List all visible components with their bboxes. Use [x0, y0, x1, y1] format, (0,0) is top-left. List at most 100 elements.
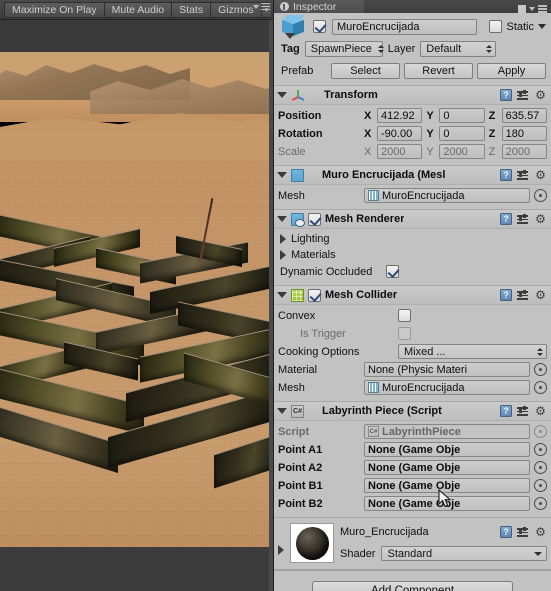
point-b2-picker-icon[interactable]	[534, 497, 547, 510]
cooking-options-dropdown[interactable]: Mixed ...	[398, 344, 547, 359]
chevron-down-icon	[534, 551, 542, 556]
labyrinth-piece-title: Labyrinth Piece (Script	[322, 405, 442, 417]
preset-icon[interactable]	[517, 526, 529, 538]
mute-audio-button[interactable]: Mute Audio	[103, 1, 172, 18]
scale-label: Scale	[278, 145, 306, 158]
preset-icon[interactable]	[517, 169, 529, 181]
point-a2-picker-icon[interactable]	[534, 461, 547, 474]
point-a2-field[interactable]: None (Game Obje	[364, 460, 530, 475]
tab-inspector[interactable]: Inspector	[274, 0, 364, 13]
point-b2-field[interactable]: None (Game Obje	[364, 496, 530, 511]
prefab-row: Prefab Select Revert Apply	[279, 61, 546, 80]
mesh-collider-enabled-checkbox[interactable]	[308, 288, 321, 302]
shader-dropdown[interactable]: Standard	[381, 546, 547, 561]
preset-icon[interactable]	[517, 405, 529, 417]
foldout-icon[interactable]	[277, 216, 287, 222]
scale-z-input[interactable]: 2000	[501, 144, 547, 159]
materials-label: Materials	[291, 249, 336, 261]
prefab-revert-button[interactable]: Revert	[404, 62, 473, 79]
gear-icon[interactable]: ⚙	[534, 288, 547, 302]
rotation-y-input[interactable]: 0	[439, 126, 485, 141]
position-x-input[interactable]: 412.92	[377, 108, 423, 123]
rotation-x-input[interactable]: -90.00	[377, 126, 423, 141]
tab-menu-icon[interactable]	[538, 5, 547, 13]
prefab-apply-button[interactable]: Apply	[477, 62, 546, 79]
gear-icon[interactable]: ⚙	[534, 525, 547, 539]
help-icon[interactable]: ?	[500, 213, 512, 225]
transform-header[interactable]: Transform ? ⚙	[274, 86, 551, 105]
position-y-input[interactable]: 0	[439, 108, 485, 123]
preset-icon[interactable]	[517, 89, 529, 101]
point-b1-picker-icon[interactable]	[534, 479, 547, 492]
collider-mesh-picker-icon[interactable]	[534, 381, 547, 394]
maximize-on-play-button[interactable]: Maximize On Play	[4, 1, 104, 18]
tab-caret-icon[interactable]	[253, 4, 259, 9]
labyrinth-piece-header[interactable]: C# Labyrinth Piece (Script ? ⚙	[274, 402, 551, 421]
tab-menu-icon[interactable]	[261, 2, 270, 11]
gear-icon[interactable]: ⚙	[534, 212, 547, 226]
prefab-select-button[interactable]: Select	[331, 62, 400, 79]
point-a2-row: Point A2 None (Game Obje	[278, 459, 547, 476]
script-picker-icon	[534, 425, 547, 438]
collider-mesh-field[interactable]: MuroEncrucijada	[364, 380, 530, 395]
mesh-collider-header-icons: ? ⚙	[500, 288, 547, 302]
tag-dropdown[interactable]: SpawnPiece	[304, 40, 384, 57]
help-icon[interactable]: ?	[500, 405, 512, 417]
foldout-icon[interactable]	[277, 92, 287, 98]
gameobject-active-checkbox[interactable]	[313, 20, 326, 33]
convex-checkbox[interactable]	[398, 309, 411, 322]
point-a1-field[interactable]: None (Game Obje	[364, 442, 530, 457]
game-view-canvas[interactable]	[0, 20, 273, 591]
foldout-icon[interactable]	[278, 545, 284, 555]
help-icon[interactable]: ?	[500, 526, 512, 538]
collider-material-picker-icon[interactable]	[534, 363, 547, 376]
point-b2-label: Point B2	[278, 497, 323, 510]
help-icon[interactable]: ?	[500, 289, 512, 301]
gear-icon[interactable]: ⚙	[534, 168, 547, 182]
labyrinth-piece-body: Script C# LabyrinthPiece Point A1 None (…	[274, 421, 551, 517]
rotation-z-input[interactable]: 180	[501, 126, 547, 141]
static-dropdown-icon[interactable]	[538, 24, 546, 29]
component-mesh-renderer: Mesh Renderer ? ⚙ Lighting Materials Dyn…	[274, 209, 551, 285]
help-icon[interactable]: ?	[500, 169, 512, 181]
add-component-button[interactable]: Add Component	[312, 581, 513, 591]
foldout-icon[interactable]	[277, 292, 287, 298]
mesh-collider-header[interactable]: Mesh Collider ? ⚙	[274, 286, 551, 305]
mesh-object-field[interactable]: MuroEncrucijada	[364, 188, 530, 203]
scale-y-input[interactable]: 2000	[439, 144, 485, 159]
static-checkbox[interactable]	[489, 20, 503, 33]
stats-button[interactable]: Stats	[171, 1, 211, 18]
gear-icon[interactable]: ⚙	[534, 88, 547, 102]
point-b1-row: Point B1 None (Game Obje	[278, 477, 547, 494]
point-b1-field[interactable]: None (Game Obje	[364, 478, 530, 493]
tag-label: Tag	[281, 42, 300, 55]
axis-x-label: X	[364, 145, 372, 158]
tab-caret-icon[interactable]	[529, 7, 535, 11]
materials-foldout[interactable]: Materials	[278, 247, 547, 263]
convex-label: Convex	[278, 309, 316, 322]
mesh-row: Mesh MuroEncrucijada	[278, 187, 547, 204]
axis-z-label: Z	[488, 145, 496, 158]
scale-x-input[interactable]: 2000	[377, 144, 423, 159]
lighting-foldout[interactable]: Lighting	[278, 231, 547, 247]
foldout-icon[interactable]	[280, 250, 286, 260]
point-a1-picker-icon[interactable]	[534, 443, 547, 456]
static-toggle-group[interactable]: Static	[489, 20, 546, 33]
help-icon[interactable]: ?	[500, 89, 512, 101]
preset-icon[interactable]	[517, 289, 529, 301]
position-z-input[interactable]: 635.57	[501, 108, 547, 123]
layer-dropdown[interactable]: Default	[420, 40, 497, 57]
foldout-icon[interactable]	[280, 234, 286, 244]
foldout-icon[interactable]	[277, 408, 287, 414]
preset-icon[interactable]	[517, 213, 529, 225]
mesh-renderer-enabled-checkbox[interactable]	[308, 212, 321, 226]
mesh-renderer-header[interactable]: Mesh Renderer ? ⚙	[274, 210, 551, 229]
gameobject-name-input[interactable]: MuroEncrucijada	[332, 18, 478, 35]
mesh-picker-icon[interactable]	[534, 189, 547, 202]
collider-material-field[interactable]: None (Physic Materi	[364, 362, 530, 377]
dynamic-occluded-checkbox[interactable]	[386, 265, 399, 278]
foldout-icon[interactable]	[277, 172, 287, 178]
mesh-filter-header[interactable]: Muro Encrucijada (Mesl ? ⚙	[274, 166, 551, 185]
gear-icon[interactable]: ⚙	[534, 404, 547, 418]
lock-icon[interactable]	[518, 5, 526, 13]
